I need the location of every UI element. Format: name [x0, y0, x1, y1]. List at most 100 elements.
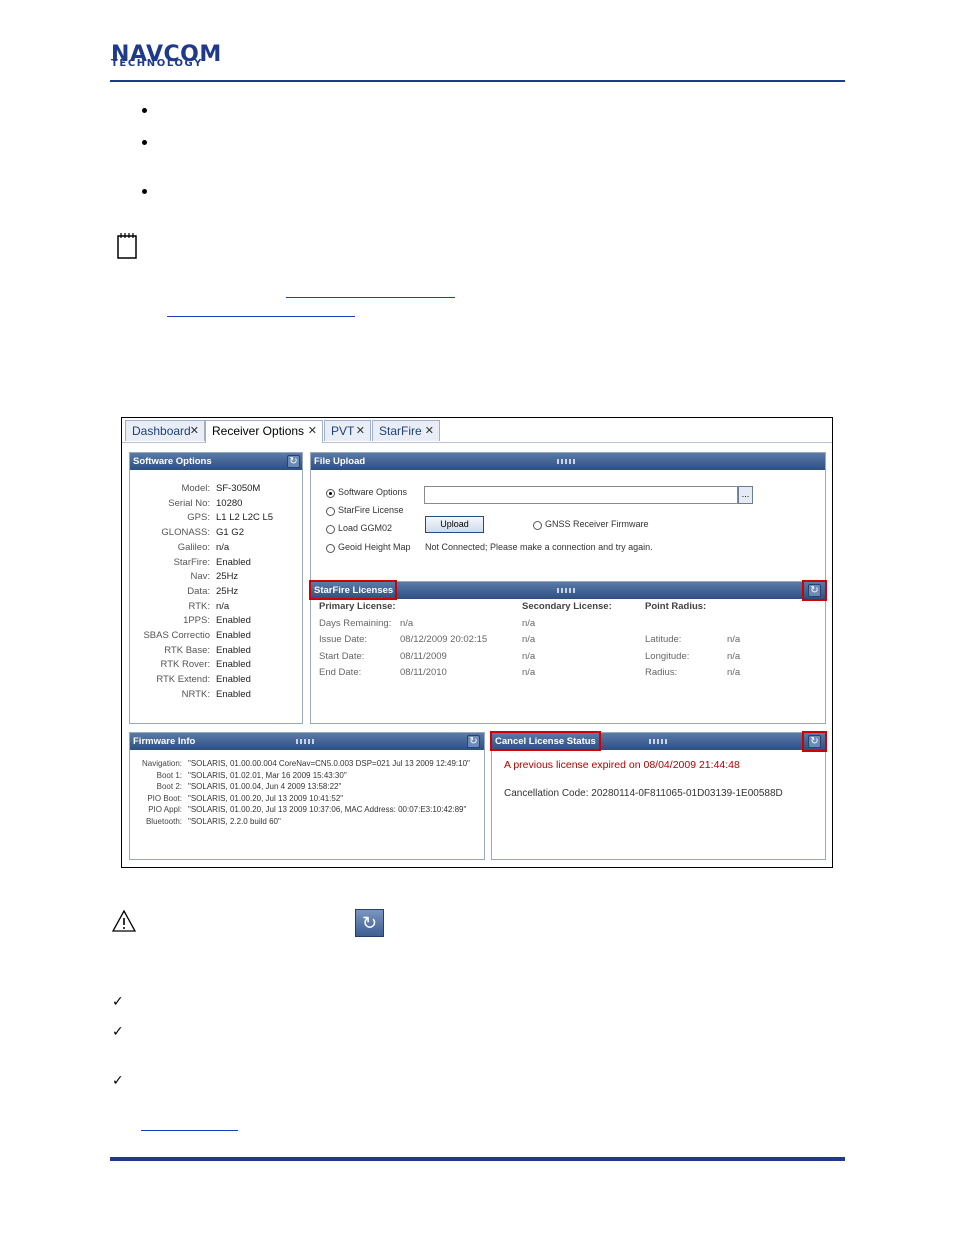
bullet	[142, 189, 147, 194]
secondary-license-value: n/a	[522, 666, 536, 678]
receiver-options-screenshot: Dashboard ✕ Receiver Options ✕ PVT ✕ Sta…	[121, 417, 833, 868]
tab-receiver-options[interactable]: Receiver Options ✕	[205, 420, 323, 443]
tab-label: Receiver Options	[212, 424, 305, 438]
tab-bar: Dashboard ✕ Receiver Options ✕ PVT ✕ Sta…	[122, 418, 832, 443]
option-label: GLONASS:	[161, 527, 210, 539]
point-radius-value: n/a	[727, 650, 741, 662]
radio-label: Load GGM02	[338, 523, 393, 533]
option-label: Serial No:	[168, 497, 210, 509]
radio-starfire-license[interactable]	[326, 507, 335, 516]
tab-dashboard[interactable]: Dashboard ✕	[125, 420, 205, 441]
option-label: Data:	[187, 585, 210, 597]
primary-license-value: 08/11/2010	[400, 666, 447, 678]
footer-rule	[110, 1157, 845, 1161]
close-icon[interactable]: ✕	[356, 421, 365, 441]
firmware-value: "SOLARIS, 2.2.0 build 60"	[188, 816, 281, 826]
radio-label: Geoid Height Map	[338, 542, 411, 552]
option-label: RTK:	[188, 600, 210, 612]
secondary-license-value: n/a	[522, 634, 536, 646]
refresh-icon[interactable]: ↻	[287, 455, 300, 468]
option-value: 10280	[216, 497, 243, 509]
option-label: RTK Base:	[164, 644, 210, 656]
option-value: Enabled	[216, 615, 251, 627]
option-value: Enabled	[216, 688, 251, 700]
firmware-value: "SOLARIS, 01.00.20, Jul 13 2009 10:37:06…	[188, 805, 467, 814]
upload-button[interactable]: Upload	[425, 516, 484, 533]
checkmark-icon: ✓	[112, 1024, 124, 1040]
option-value: n/a	[216, 541, 230, 553]
panel-title: Software Options	[130, 453, 302, 470]
license-field-label: End Date:	[319, 666, 362, 678]
option-label: RTK Extend:	[156, 674, 210, 686]
tab-pvt[interactable]: PVT ✕	[324, 420, 371, 441]
firmware-value: "SOLARIS, 01.00.00.004 CoreNav=CN5.0.003…	[188, 759, 470, 768]
highlight-box	[802, 731, 827, 752]
secondary-license-value: n/a	[522, 650, 536, 662]
point-radius-label: Latitude:	[645, 634, 682, 646]
radio-load-ggm02[interactable]	[326, 525, 335, 534]
firmware-label: Boot 1:	[156, 770, 182, 780]
option-value: n/a	[216, 600, 230, 612]
hyperlink[interactable]	[286, 297, 455, 298]
drag-handle[interactable]	[649, 739, 669, 744]
close-icon[interactable]: ✕	[190, 421, 199, 441]
cancel-license-status-panel: Cancel License Status ↻ A previous licen…	[491, 732, 826, 860]
file-upload-panel: File Upload Software Options StarFire Li…	[310, 452, 826, 599]
panel-title-text: Software Options	[133, 456, 212, 467]
option-label: GPS:	[187, 512, 210, 524]
panel-title-text: File Upload	[314, 456, 366, 467]
firmware-label: Boot 2:	[156, 782, 182, 791]
radio-geoid-height-map[interactable]	[326, 544, 335, 553]
browse-button[interactable]: ...	[738, 486, 753, 504]
license-field-label: Issue Date:	[319, 634, 368, 646]
primary-license-value: n/a	[400, 618, 414, 629]
software-options-panel: Software Options ↻ Model: SF-3050M Serial …	[129, 452, 303, 724]
option-label: Nav:	[190, 571, 210, 583]
license-field-label: Days Remaining:	[319, 618, 392, 629]
license-rows: Days Remaining: n/a n/a Issue Date: 08/12/20…	[311, 582, 825, 722]
option-label: Model:	[181, 483, 210, 494]
checkmark-icon: ✓	[112, 1073, 124, 1089]
option-label: NRTK:	[181, 688, 210, 700]
notepad-icon	[116, 232, 138, 260]
option-label: StarFire:	[173, 556, 210, 568]
starfire-licenses-panel: StarFire Licenses ↻ Primary License: Sec…	[310, 581, 826, 724]
radio-software-options[interactable]	[326, 489, 335, 498]
bullet	[142, 140, 147, 145]
close-icon[interactable]: ✕	[425, 421, 434, 441]
checkmark-icon: ✓	[112, 994, 124, 1010]
highlight-box	[490, 731, 601, 751]
point-radius-label: Radius:	[645, 666, 678, 678]
firmware-value: "SOLARIS, 01.00.20, Jul 13 2009 10:41:52…	[188, 793, 344, 803]
drag-handle[interactable]	[557, 459, 577, 464]
primary-license-value: 08/11/2009	[400, 650, 447, 662]
close-icon[interactable]: ✕	[308, 421, 317, 441]
refresh-icon: ↻	[355, 909, 384, 937]
cancellation-code: Cancellation Code: 20280114-0F811065-01D…	[504, 788, 783, 799]
primary-license-value: 08/12/2009 20:02:15	[400, 634, 488, 646]
firmware-value: "SOLARIS, 01.00.04, Jun 4 2009 13:58:22"	[188, 782, 342, 791]
tab-label: Dashboard	[132, 424, 191, 438]
hyperlink[interactable]	[141, 1130, 238, 1131]
hyperlink[interactable]	[167, 316, 355, 317]
tab-label: PVT	[331, 424, 355, 438]
highlight-box	[802, 580, 827, 601]
file-path-input[interactable]	[424, 486, 738, 504]
option-value: Enabled	[216, 674, 251, 686]
option-value: Enabled	[216, 659, 251, 671]
option-label: 1PPS:	[183, 615, 210, 627]
tab-label: StarFire	[379, 424, 422, 438]
option-label: SBAS Correctio	[143, 630, 210, 641]
bullet	[142, 108, 147, 113]
connection-status: Not Connected; Please make a connection …	[425, 542, 653, 552]
tab-starfire[interactable]: StarFire ✕	[372, 420, 440, 441]
radio-gnss-receiver-firmware[interactable]	[533, 521, 542, 530]
option-label: RTK Rover:	[160, 659, 210, 671]
option-value: SF-3050M	[216, 483, 261, 494]
firmware-label: Bluetooth:	[145, 816, 182, 826]
firmware-info-panel: Firmware Info ↻ Navigation: "SOLARIS, 01.…	[129, 732, 485, 860]
license-field-label: Start Date:	[319, 650, 365, 662]
option-value: 25Hz	[216, 571, 239, 583]
firmware-label: PIO Appl:	[148, 805, 182, 814]
warning-triangle-icon	[111, 909, 137, 932]
